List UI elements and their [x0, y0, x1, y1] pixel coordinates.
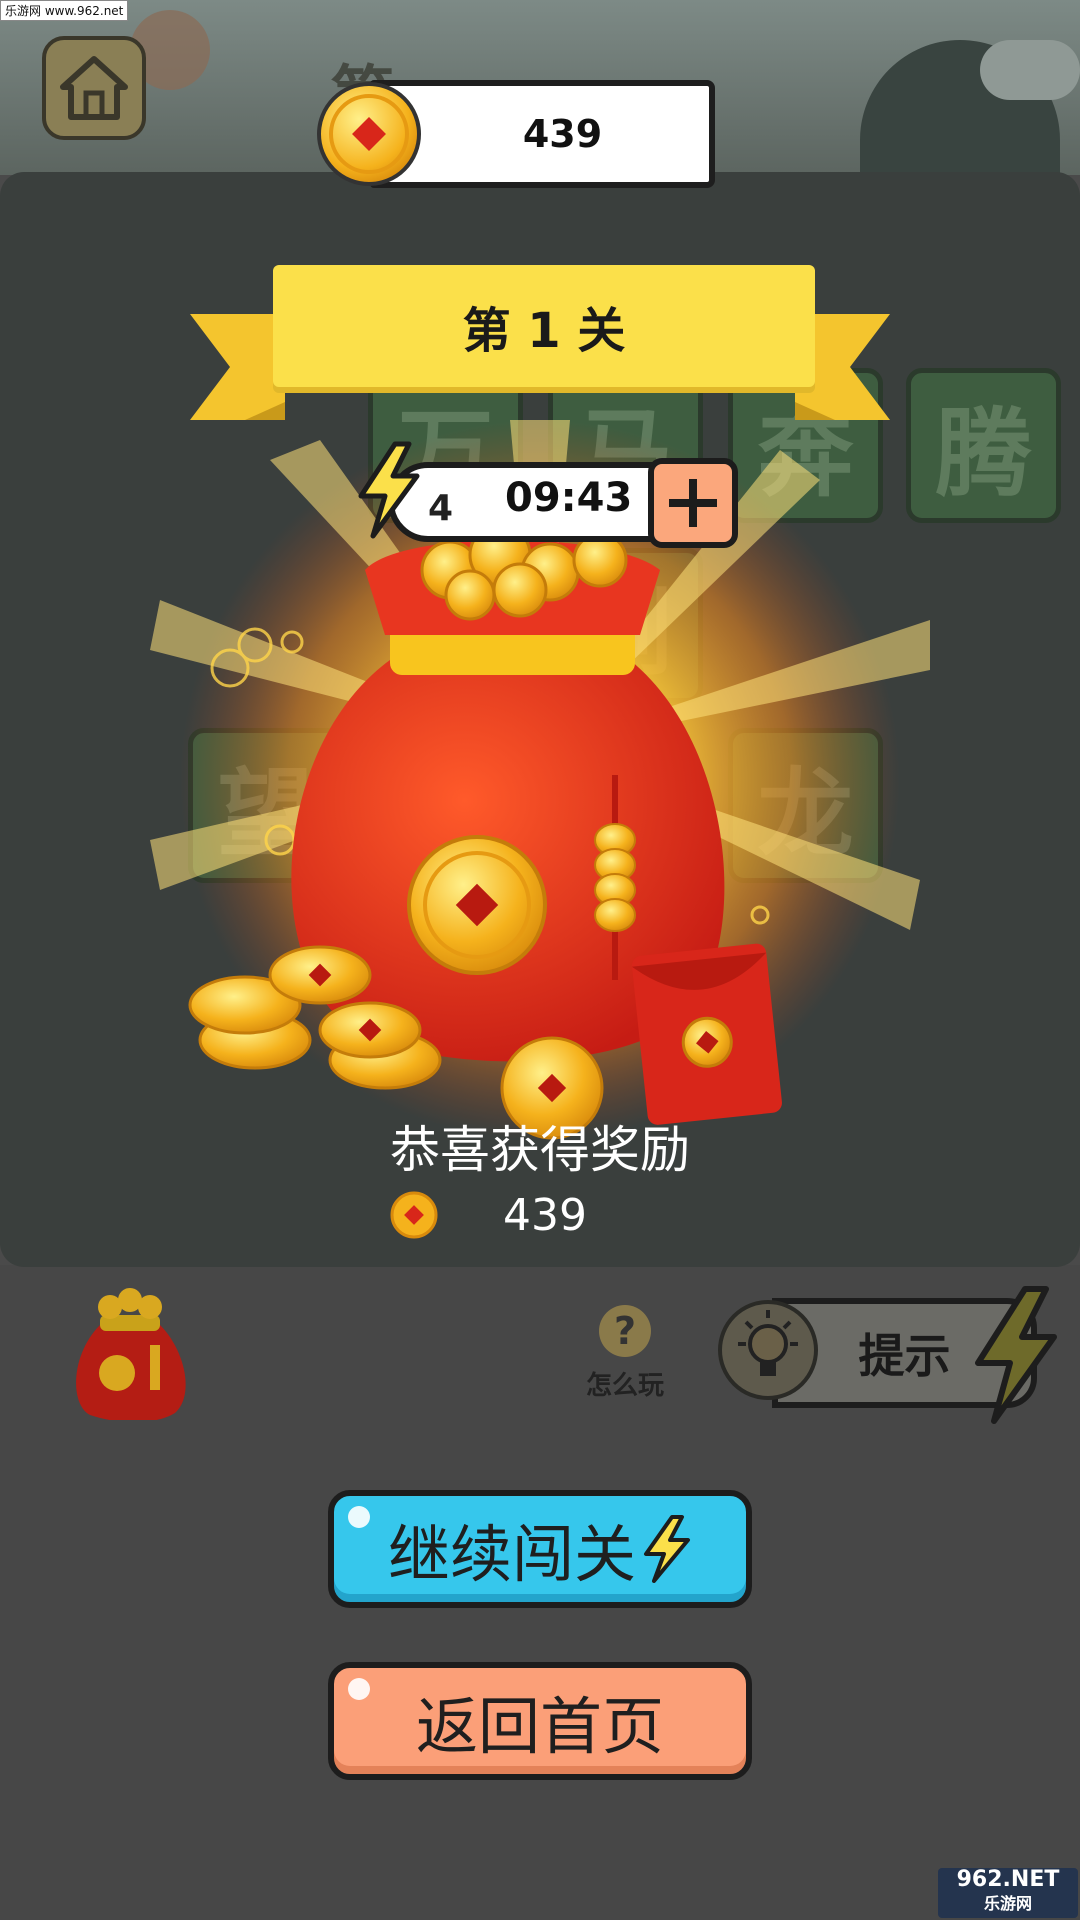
reward-amount: 439 — [503, 1189, 587, 1241]
reward-title: 恭喜获得奖励 — [390, 1121, 690, 1179]
question-icon: ? — [599, 1305, 651, 1357]
logo-main-text: 962.NET — [956, 1867, 1060, 1892]
button-shine — [348, 1678, 370, 1700]
lightning-icon — [644, 1515, 690, 1583]
lightning-icon — [358, 441, 420, 539]
plus-icon — [669, 479, 717, 527]
cloud-decoration — [980, 40, 1080, 100]
home-button[interactable] — [42, 36, 146, 140]
site-watermark: 乐游网 www.962.net — [0, 0, 129, 21]
lightning-icon — [975, 1286, 1057, 1424]
level-title: 第 1 关 — [273, 265, 815, 387]
continue-label: 继续闯关 — [387, 1518, 636, 1591]
logo-sub-text: 乐游网 — [983, 1894, 1032, 1913]
add-energy-button[interactable] — [648, 458, 738, 548]
how-to-play-label: 怎么玩 — [585, 1371, 664, 1401]
house-icon — [60, 56, 128, 120]
hint-label: 提示 — [858, 1329, 951, 1383]
energy-timer: 09:43 — [505, 475, 633, 521]
continue-level-button[interactable]: 继续闯关 — [328, 1490, 752, 1608]
coin-icon — [317, 82, 421, 186]
return-home-label: 返回首页 — [415, 1690, 664, 1763]
lightbulb-icon — [718, 1300, 818, 1400]
energy-count: 4 — [428, 488, 454, 529]
how-to-play-button[interactable]: ? 怎么玩 — [575, 1305, 675, 1402]
reward-amount-row: 439 — [390, 1189, 587, 1241]
coin-icon — [390, 1191, 438, 1239]
return-home-button[interactable]: 返回首页 — [328, 1662, 752, 1780]
button-shine — [348, 1506, 370, 1528]
site-logo: 962.NET 乐游网 — [938, 1868, 1078, 1918]
lucky-bag-icon[interactable] — [65, 1285, 195, 1420]
